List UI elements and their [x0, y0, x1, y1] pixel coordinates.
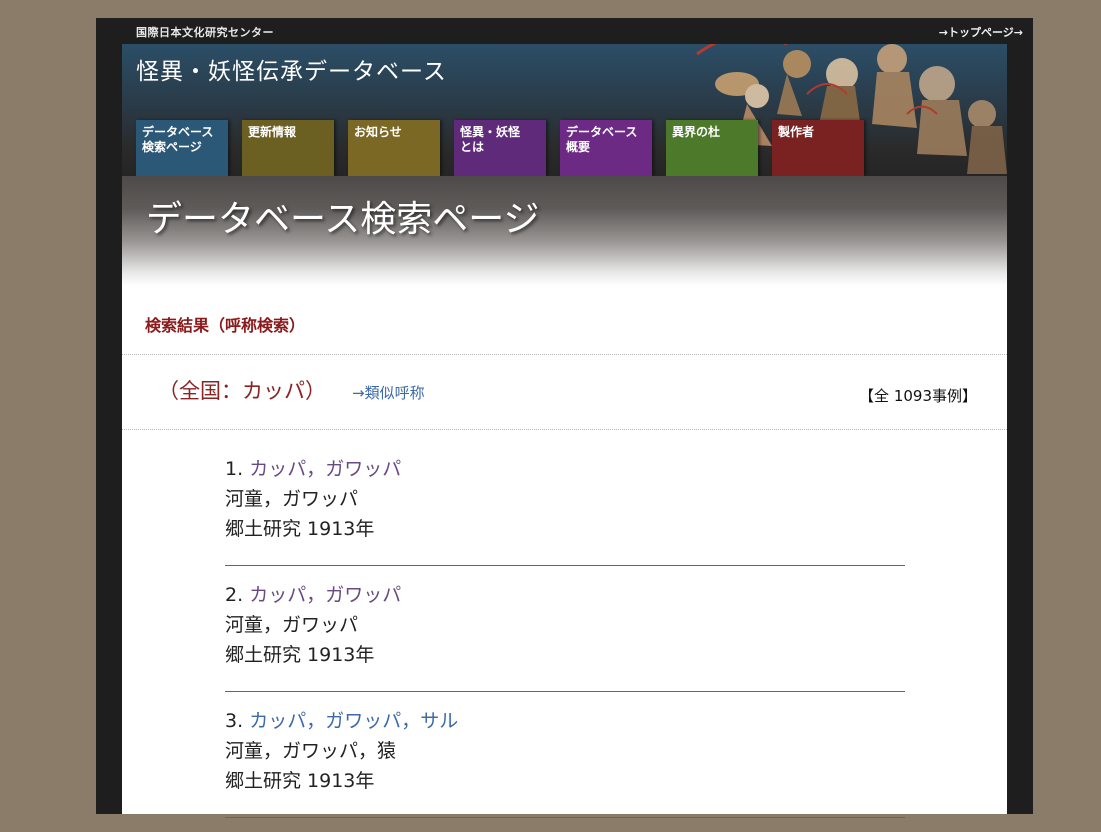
- result-number: 2.: [225, 584, 244, 606]
- tab-label-line1: 異界の杜: [672, 125, 721, 139]
- tab-database-overview[interactable]: データベース 概要: [560, 120, 652, 176]
- tab-label-line2: 検索ページ: [142, 140, 202, 154]
- result-title-line: 1. カッパ，ガワッパ: [225, 454, 905, 484]
- result-names: 河童，ガワッパ: [225, 614, 359, 636]
- result-title-link[interactable]: カッパ，ガワッパ: [249, 584, 401, 606]
- list-item: 1. カッパ，ガワッパ 河童，ガワッパ 郷土研究 1913年: [225, 454, 905, 580]
- top-page-link[interactable]: →トップページ→: [939, 24, 1023, 40]
- tab-label-line1: 更新情報: [248, 125, 297, 139]
- results-list: 1. カッパ，ガワッパ 河童，ガワッパ 郷土研究 1913年 2. カッパ，ガワ…: [225, 454, 905, 832]
- result-title-line: 2. カッパ，ガワッパ: [225, 580, 905, 610]
- tab-label-line2: 概要: [566, 140, 591, 154]
- tab-updates[interactable]: 更新情報: [242, 120, 334, 176]
- page-frame: 国際日本文化研究センター →トップページ→ 怪異・妖怪伝承データベース データベ…: [96, 18, 1033, 818]
- page-title: データベース検索ページ: [146, 199, 540, 240]
- list-item: 2. カッパ，ガワッパ 河童，ガワッパ 郷土研究 1913年: [225, 580, 905, 706]
- tab-label-line1: 製作者: [778, 125, 815, 139]
- result-divider: [225, 691, 905, 692]
- result-title-line: 3. カッパ，ガワッパ，サル: [225, 706, 905, 736]
- top-bar: 国際日本文化研究センター →トップページ→: [96, 18, 1033, 44]
- tab-database-search[interactable]: データベース 検索ページ: [136, 120, 228, 176]
- list-item: 3. カッパ，ガワッパ，サル 河童，ガワッパ，猿 郷土研究 1913年: [225, 706, 905, 832]
- divider: [122, 429, 1007, 430]
- site-banner: 怪異・妖怪伝承データベース データベース 検索ページ 更新情報 お知らせ 怪異・…: [122, 44, 1007, 176]
- tab-about-yokai[interactable]: 怪異・妖怪 とは: [454, 120, 546, 176]
- result-title-link[interactable]: カッパ，ガワッパ: [249, 458, 401, 480]
- similar-names-link[interactable]: →類似呼称: [352, 382, 425, 403]
- result-source: 郷土研究 1913年: [225, 644, 375, 666]
- result-number: 3.: [225, 710, 244, 732]
- result-number: 1.: [225, 458, 244, 480]
- tab-producers[interactable]: 製作者: [772, 120, 864, 176]
- result-divider: [225, 565, 905, 566]
- result-heading: 検索結果（呼称検索）: [145, 316, 306, 335]
- tab-label-line2: とは: [460, 140, 485, 154]
- site-title: 怪異・妖怪伝承データベース: [136, 59, 447, 85]
- org-name: 国際日本文化研究センター: [136, 26, 274, 39]
- result-divider: [225, 817, 905, 818]
- result-source: 郷土研究 1913年: [225, 770, 375, 792]
- tab-label-line1: データベース: [142, 125, 214, 139]
- result-names: 河童，ガワッパ，猿: [225, 740, 397, 762]
- search-query: （全国：カッパ）: [158, 379, 326, 403]
- result-title-link[interactable]: カッパ，ガワッパ，サル: [249, 710, 458, 732]
- tab-notices[interactable]: お知らせ: [348, 120, 440, 176]
- result-source: 郷土研究 1913年: [225, 518, 375, 540]
- tab-otherworld-forest[interactable]: 異界の杜: [666, 120, 758, 176]
- page-hero: データベース検索ページ: [122, 176, 1007, 286]
- tab-label-line1: 怪異・妖怪: [460, 125, 521, 139]
- divider: [122, 354, 1007, 355]
- result-names: 河童，ガワッパ: [225, 488, 359, 510]
- total-count: 【全 1093事例】: [859, 387, 977, 405]
- tab-label-line1: お知らせ: [354, 125, 402, 139]
- main-content: 検索結果（呼称検索） （全国：カッパ） →類似呼称 【全 1093事例】 1. …: [122, 286, 1007, 818]
- tab-label-line1: データベース: [566, 125, 638, 139]
